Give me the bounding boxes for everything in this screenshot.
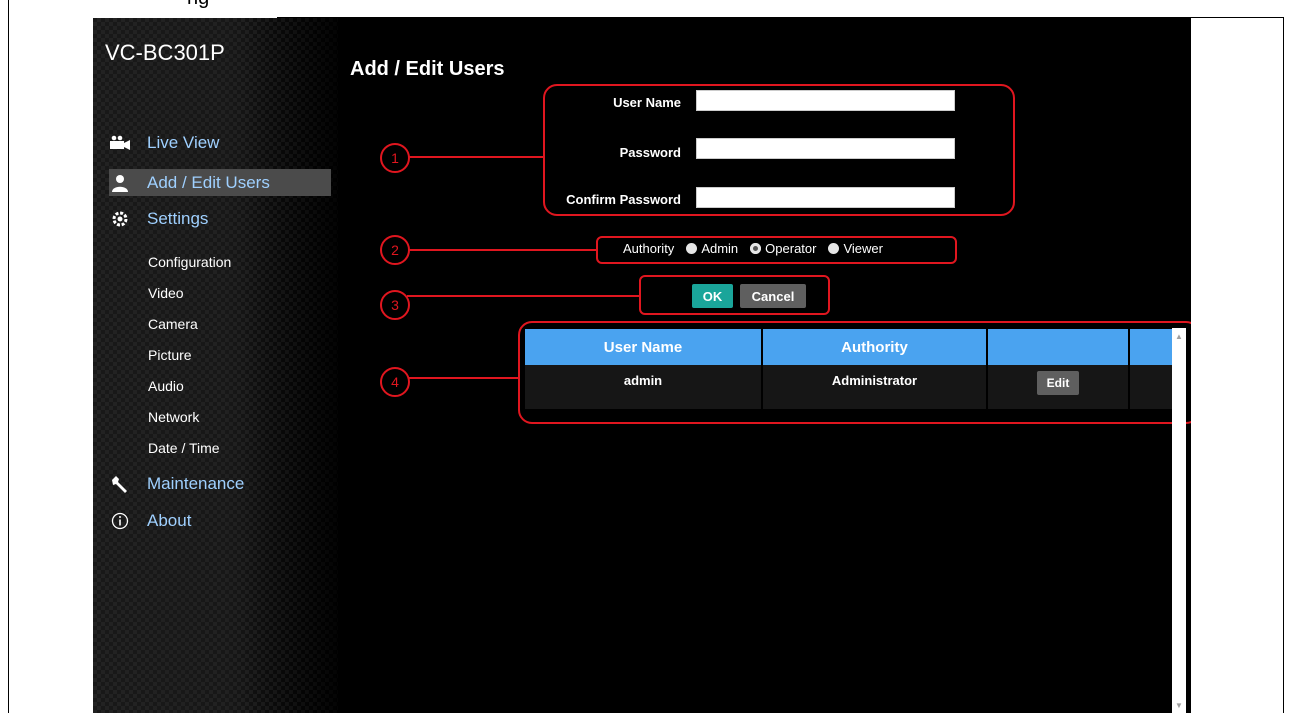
radio-selected-icon xyxy=(750,243,762,254)
callout-line-2 xyxy=(407,249,596,251)
cell-extra xyxy=(1129,365,1172,409)
sidebar-subitem-picture[interactable]: Picture xyxy=(148,347,192,363)
sidebar-item-label: Add / Edit Users xyxy=(147,172,270,192)
callout-number-3: 3 xyxy=(380,290,410,320)
callout-number-1: 1 xyxy=(380,143,410,173)
cancel-button[interactable]: Cancel xyxy=(740,284,806,308)
wrench-icon xyxy=(109,473,131,495)
sidebar-item-label: Live View xyxy=(147,132,220,152)
sidebar-subitem-audio[interactable]: Audio xyxy=(148,378,184,394)
edit-button[interactable]: Edit xyxy=(1036,371,1080,395)
sidebar-subitem-date-time[interactable]: Date / Time xyxy=(148,440,220,456)
scroll-down-arrow-icon[interactable]: ▼ xyxy=(1175,701,1183,710)
username-label: User Name xyxy=(613,95,681,110)
user-icon xyxy=(109,172,131,194)
cell-action: Edit xyxy=(987,365,1130,409)
sidebar-item-settings[interactable]: Settings xyxy=(93,205,331,232)
gear-icon xyxy=(109,208,131,230)
password-field[interactable] xyxy=(696,138,955,159)
radio-admin[interactable]: Admin xyxy=(686,241,738,256)
radio-dot-icon xyxy=(686,243,698,254)
callout-line-4 xyxy=(407,377,518,379)
confirm-password-field[interactable] xyxy=(696,187,955,208)
sidebar-subitem-configuration[interactable]: Configuration xyxy=(148,254,231,270)
sidebar-item-live-view[interactable]: Live View xyxy=(93,129,331,156)
users-table: User Name Authority admin Administrator … xyxy=(525,329,1172,409)
sidebar-item-label: Settings xyxy=(147,208,209,228)
column-header-authority: Authority xyxy=(762,329,988,365)
radio-viewer[interactable]: Viewer xyxy=(828,241,883,256)
column-header-action xyxy=(987,329,1130,365)
cell-user-name: admin xyxy=(525,365,763,409)
password-label: Password xyxy=(619,145,681,160)
callout-number-4: 4 xyxy=(380,367,410,397)
username-field[interactable] xyxy=(696,90,955,111)
radio-operator-label: Operator xyxy=(765,241,817,256)
scroll-up-arrow-icon[interactable]: ▲ xyxy=(1175,332,1183,341)
table-row: admin Administrator Edit xyxy=(525,365,1172,409)
column-header-user-name: User Name xyxy=(525,329,763,365)
sidebar-subitem-video[interactable]: Video xyxy=(148,285,184,301)
page-title: Add / Edit Users xyxy=(350,58,505,80)
sidebar-item-maintenance[interactable]: Maintenance xyxy=(93,470,331,497)
scrollbar[interactable]: ▲ ▼ xyxy=(1172,328,1186,713)
callout-number-2: 2 xyxy=(380,235,410,265)
radio-dot-icon xyxy=(828,243,840,254)
radio-viewer-label: Viewer xyxy=(843,241,883,256)
sidebar: VC-BC301P Live View Add / Edit Users Set… xyxy=(93,18,338,713)
cell-authority: Administrator xyxy=(762,365,988,409)
authority-label: Authority xyxy=(623,241,675,256)
sidebar-item-add-edit-users[interactable]: Add / Edit Users xyxy=(109,169,331,196)
document-frame-left xyxy=(8,0,9,713)
sidebar-item-about[interactable]: About xyxy=(93,507,331,534)
info-icon xyxy=(109,510,131,532)
column-header-extra xyxy=(1129,329,1172,365)
radio-admin-label: Admin xyxy=(701,241,739,256)
sidebar-item-label: Maintenance xyxy=(147,473,245,493)
sidebar-item-label: About xyxy=(147,510,192,530)
page-caption-fragment: ng xyxy=(187,0,209,10)
device-name: VC-BC301P xyxy=(105,40,225,65)
confirm-password-label: Confirm Password xyxy=(566,192,681,207)
document-frame-right xyxy=(1283,18,1284,713)
sidebar-subitem-network[interactable]: Network xyxy=(148,409,199,425)
sidebar-subitem-camera[interactable]: Camera xyxy=(148,316,198,332)
camera-web-ui: VC-BC301P Live View Add / Edit Users Set… xyxy=(93,18,1191,713)
radio-operator[interactable]: Operator xyxy=(750,241,816,256)
ok-button[interactable]: OK xyxy=(692,284,733,308)
table-header-row: User Name Authority xyxy=(525,329,1172,365)
authority-group: Authority Admin Operator Viewer xyxy=(623,241,883,256)
callout-line-3 xyxy=(407,295,639,297)
camera-icon xyxy=(109,132,131,154)
